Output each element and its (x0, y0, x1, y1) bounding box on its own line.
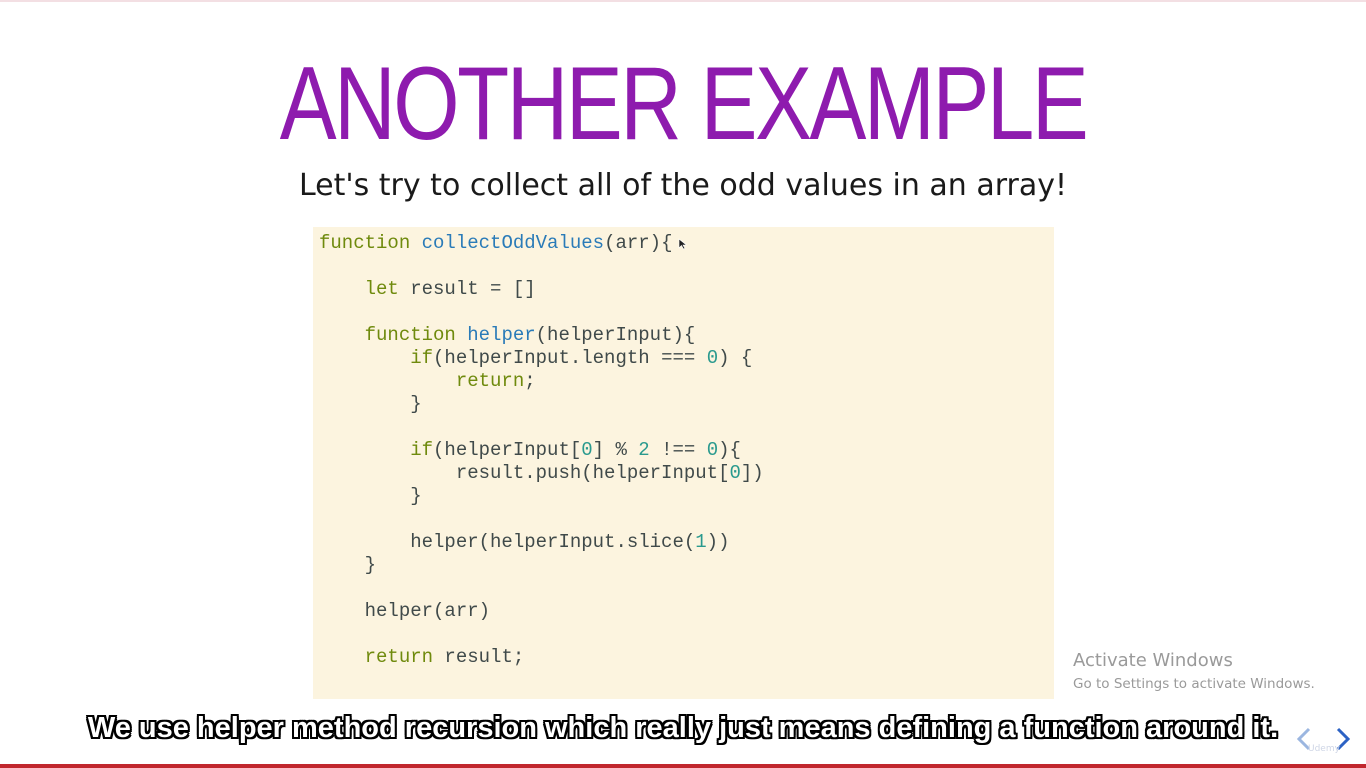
udemy-logo: Udemy (1308, 744, 1340, 754)
code-text: (arr){ (604, 232, 673, 254)
code-line: } (319, 485, 422, 508)
code-line: } (319, 554, 376, 577)
code-keyword: return (455, 370, 525, 392)
code-keyword: return (364, 646, 434, 668)
code-line: return result; (319, 646, 525, 669)
activate-windows-title: Activate Windows (1073, 650, 1233, 671)
code-function-name: collectOddValues (421, 232, 605, 254)
code-text: ) { (718, 347, 753, 369)
code-line: } (319, 393, 422, 416)
code-text: (helperInput.length === (433, 347, 707, 369)
code-number: 2 (638, 439, 650, 461)
code-number: 1 (695, 531, 707, 553)
mouse-cursor-icon (678, 238, 688, 250)
code-line: function helper(helperInput){ (319, 324, 696, 347)
code-text: ]) (740, 462, 764, 484)
activate-windows-subtitle: Go to Settings to activate Windows. (1073, 676, 1315, 692)
code-text: } (410, 393, 422, 415)
code-text: )) (706, 531, 730, 553)
code-text: ){ (718, 439, 741, 461)
code-number: 0 (729, 462, 741, 484)
code-line: let result = [] (319, 278, 536, 301)
code-text: !== (649, 439, 707, 461)
code-line: function collectOddValues(arr){ (319, 232, 672, 255)
code-line: helper(helperInput.slice(1)) (319, 531, 729, 554)
slide-title: ANOTHER EXAMPLE (279, 46, 1089, 162)
code-text: result = [] (398, 278, 536, 300)
code-line: result.push(helperInput[0]) (319, 462, 764, 485)
code-line: helper(arr) (319, 600, 490, 623)
top-divider (0, 0, 1366, 2)
code-text: helper(arr) (364, 600, 491, 622)
code-number: 0 (706, 347, 719, 369)
code-text: ; (524, 370, 536, 392)
code-line: if(helperInput.length === 0) { (319, 347, 752, 370)
code-number: 0 (581, 439, 593, 461)
code-text: } (364, 554, 377, 576)
slide-subtitle: Let's try to collect all of the odd valu… (298, 168, 1068, 203)
code-text: } (410, 485, 422, 507)
code-keyword: if (410, 347, 434, 369)
code-line: if(helperInput[0] % 2 !== 0){ (319, 439, 741, 462)
code-keyword: function (364, 324, 456, 346)
code-text: helper(helperInput.slice( (410, 531, 696, 553)
code-text: result.push(helperInput[ (455, 462, 730, 484)
video-caption: We use helper method recursion which rea… (87, 712, 1279, 744)
code-keyword: function (319, 232, 411, 254)
code-text: ] % (592, 439, 639, 461)
code-block: function collectOddValues(arr){ let resu… (313, 227, 1054, 699)
code-keyword: let (364, 278, 399, 300)
code-number: 0 (706, 439, 719, 461)
code-text: (helperInput){ (535, 324, 696, 346)
code-keyword: if (410, 439, 434, 461)
code-function-name: helper (467, 324, 536, 346)
code-line: return; (319, 370, 536, 393)
code-text: result; (433, 646, 525, 668)
code-text: (helperInput[ (433, 439, 582, 461)
progress-bar[interactable] (0, 764, 1366, 768)
